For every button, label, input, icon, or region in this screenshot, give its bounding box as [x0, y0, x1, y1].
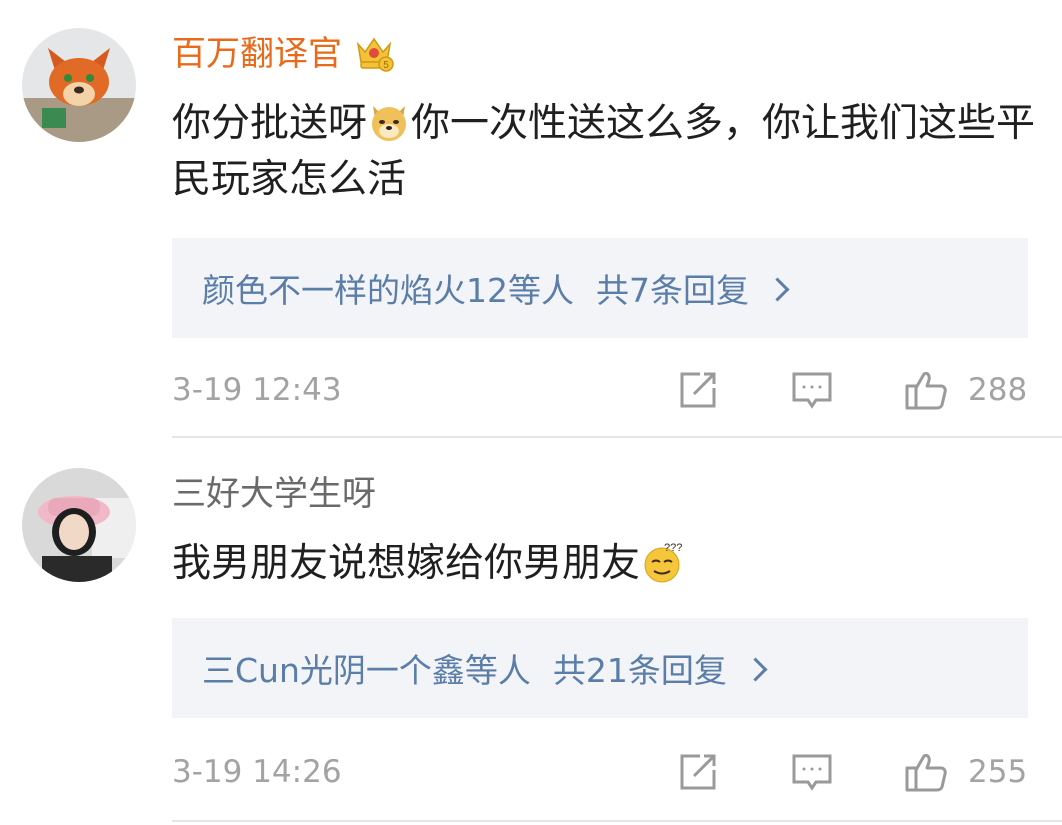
- divider: [172, 436, 1062, 438]
- reply-count: 共21条回复: [552, 651, 727, 690]
- like-count: 288: [968, 372, 1028, 408]
- chevron-right-icon: [743, 656, 768, 682]
- svg-text:5: 5: [383, 60, 389, 71]
- repost-icon[interactable]: [676, 368, 720, 412]
- comment-actions: 255: [676, 750, 1036, 794]
- timestamp: 3-19 14:26: [172, 754, 342, 790]
- vip-crown-icon: 5: [354, 34, 394, 72]
- comment-text-part: 我男朋友说想嫁给你男朋友: [172, 541, 641, 586]
- username[interactable]: 三好大学生呀: [172, 472, 376, 516]
- comment-text-part: 你分批送呀: [172, 101, 368, 146]
- avatar[interactable]: [22, 28, 136, 142]
- comment-text: 我男朋友说想嫁给你男朋友 ???: [172, 536, 1042, 592]
- repost-icon[interactable]: [676, 750, 720, 794]
- doge-emoji-icon: [367, 100, 411, 144]
- reply-count: 共7条回复: [596, 271, 749, 310]
- like-icon[interactable]: [904, 750, 948, 794]
- username[interactable]: 百万翻译官 5: [172, 32, 394, 76]
- replies-summary[interactable]: 颜色不一样的焰火12等人 共7条回复: [172, 238, 1028, 338]
- like-count: 255: [968, 754, 1028, 790]
- timestamp: 3-19 12:43: [172, 372, 342, 408]
- comment-text: 你分批送呀 你一次性送这么多，你让我们这些平民玩家怎么活: [172, 96, 1042, 208]
- replies-summary[interactable]: 三Cun光阴一个鑫等人 共21条回复: [172, 618, 1028, 718]
- comment-item: 三好大学生呀 我男朋友说想嫁给你男朋友 ??? 三Cun光阴一个鑫等人 共21条…: [0, 440, 1062, 825]
- reply-names: 三Cun光阴一个鑫等人: [202, 651, 531, 690]
- confused-emoji-icon: ???: [640, 540, 684, 584]
- username-text[interactable]: 百万翻译官: [172, 34, 342, 74]
- divider: [172, 820, 1062, 822]
- comment-icon[interactable]: [790, 368, 834, 412]
- girl-avatar-icon: [22, 468, 136, 582]
- svg-text:???: ???: [664, 542, 682, 554]
- comment-actions: 288: [676, 368, 1036, 412]
- fox-avatar-icon: [22, 28, 136, 142]
- comment-item: 百万翻译官 5 你分批送呀 你一次性送这么多，你让我们这些平民玩家怎么活 颜色不…: [0, 0, 1062, 440]
- avatar[interactable]: [22, 468, 136, 582]
- comment-icon[interactable]: [790, 750, 834, 794]
- like-icon[interactable]: [904, 368, 948, 412]
- reply-names: 颜色不一样的焰火12等人: [202, 271, 574, 310]
- username-text[interactable]: 三好大学生呀: [172, 474, 376, 514]
- chevron-right-icon: [765, 276, 790, 302]
